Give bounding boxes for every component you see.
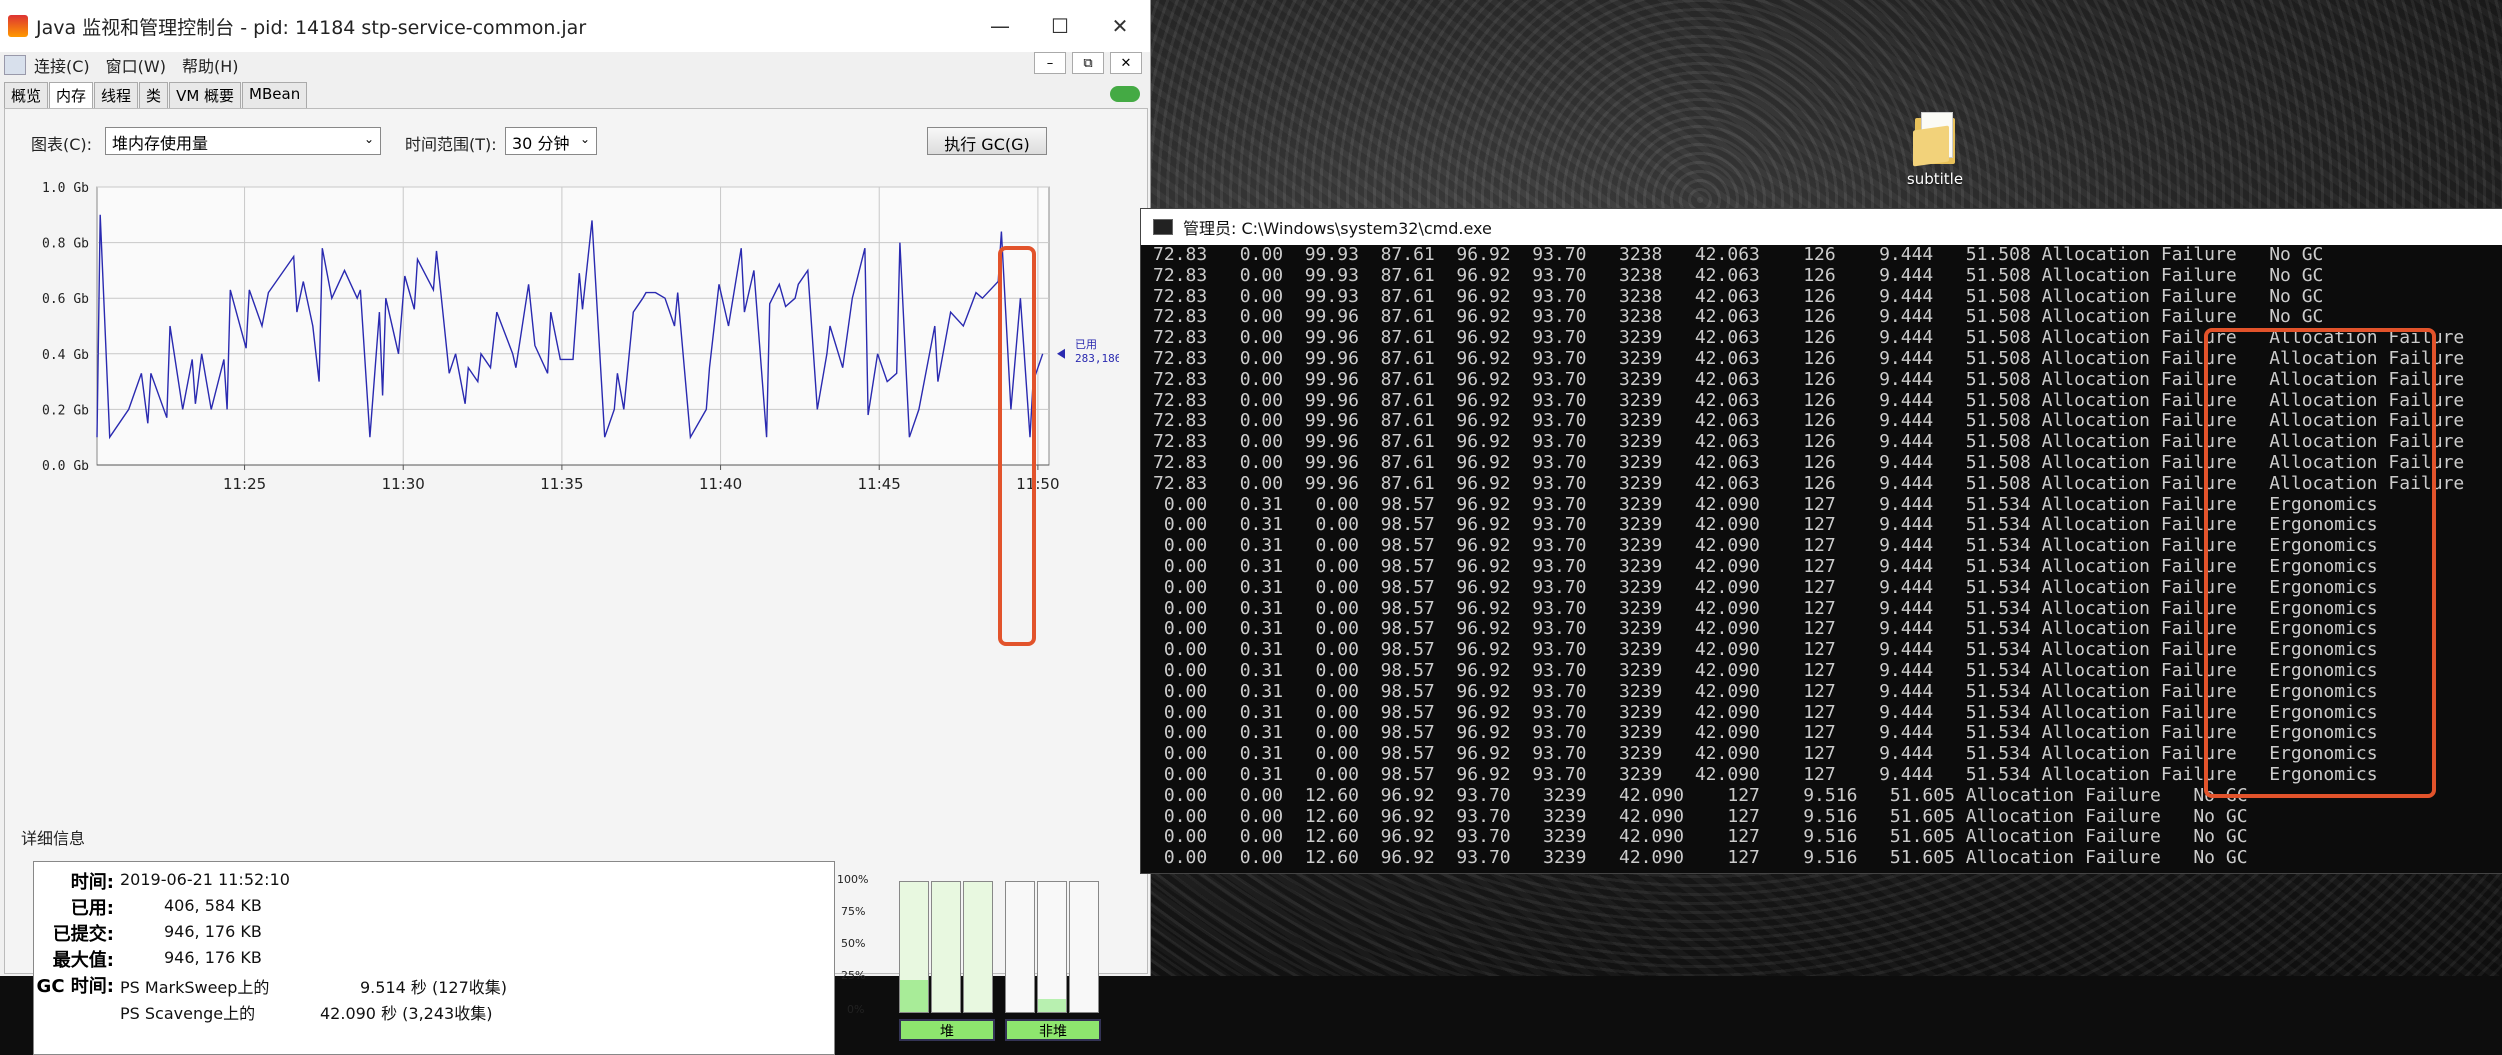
desktop-folder[interactable]: subtitle — [1895, 110, 1975, 188]
x-tick-label: 11:45 — [858, 475, 901, 493]
y-tick-label: 0.2 Gb — [42, 403, 89, 418]
y-tick-label: 0.0 Gb — [42, 459, 89, 474]
maximize-button[interactable]: ☐ — [1030, 0, 1090, 52]
bar-tick-0: 0% — [847, 1003, 865, 1016]
folder-icon — [1913, 110, 1957, 167]
used-value-label: 283,186,536 — [1075, 352, 1119, 365]
committed-value: 946, 176 KB — [164, 922, 262, 941]
tab-bar: 概览 内存 线程 类 VM 概要 MBean — [4, 82, 308, 108]
cmd-line: 0.00 0.00 12.60 96.92 93.70 3239 42.090 … — [1153, 826, 2248, 848]
used-value: 406, 584 KB — [164, 896, 262, 915]
chevron-down-icon: ⌄ — [579, 132, 590, 146]
used-key: 已用: — [70, 898, 114, 919]
nonheap-pool-bar-2[interactable] — [1037, 881, 1067, 1013]
gc-scavenge-value: 42.090 秒 (3,243收集) — [320, 1004, 493, 1023]
window-title: Java 监视和管理控制台 - pid: 14184 stp-service-c… — [36, 16, 587, 39]
inner-restore-button[interactable]: ⧉ — [1072, 52, 1104, 74]
cmd-line: 0.00 0.00 12.60 96.92 93.70 3239 42.090 … — [1153, 847, 2248, 869]
bar-tick-100: 100% — [837, 873, 869, 886]
mdi-icon[interactable] — [4, 55, 26, 75]
memory-panel: 图表(C): 堆内存使用量 ⌄ 时间范围(T): 30 分钟 ⌄ 执行 GC(G… — [4, 108, 1148, 1055]
max-value: 946, 176 KB — [164, 948, 262, 967]
x-tick-label: 11:25 — [223, 475, 266, 493]
tab-threads[interactable]: 线程 — [94, 82, 139, 108]
cmd-line: 72.83 0.00 99.93 87.61 96.92 93.70 3238 … — [1153, 244, 2324, 265]
cmd-title: 管理员: C:\Windows\system32\cmd.exe — [1183, 219, 1492, 238]
chart-select[interactable]: 堆内存使用量 ⌄ — [105, 127, 381, 155]
jconsole-window: Java 监视和管理控制台 - pid: 14184 stp-service-c… — [0, 0, 1151, 1055]
range-label: 时间范围(T): — [405, 135, 497, 154]
details-title: 详细信息 — [21, 829, 86, 848]
cmd-line: 72.83 0.00 99.93 87.61 96.92 93.70 3238 … — [1153, 285, 2324, 307]
gc-marksweep-value: 9.514 秒 (127收集) — [360, 978, 508, 997]
tab-vm-summary[interactable]: VM 概要 — [169, 82, 242, 108]
close-button[interactable]: ✕ — [1090, 0, 1150, 52]
menu-window[interactable]: 窗口(W) — [98, 53, 174, 77]
time-value: 2019-06-21 11:52:10 — [120, 870, 290, 889]
heap-pool-bar-survivor[interactable] — [931, 881, 961, 1013]
y-tick-label: 1.0 Gb — [42, 181, 89, 196]
chevron-down-icon: ⌄ — [363, 132, 374, 146]
folder-label: subtitle — [1906, 170, 1964, 188]
range-select-value: 30 分钟 — [512, 134, 570, 153]
cmd-line: 72.83 0.00 99.93 87.61 96.92 93.70 3238 … — [1153, 264, 2324, 286]
tab-classes[interactable]: 类 — [139, 82, 169, 108]
x-tick-label: 11:40 — [699, 475, 742, 493]
tab-overview[interactable]: 概览 — [4, 82, 49, 108]
x-tick-label: 11:35 — [540, 475, 583, 493]
cmd-icon — [1153, 219, 1173, 235]
details-box: 时间: 2019-06-21 11:52:10 已用: 406, 584 KB … — [33, 861, 835, 1055]
heap-usage-chart: 1.0 Gb 0.8 Gb 0.6 Gb 0.4 Gb 0.2 Gb 0.0 Gb 11:2… — [42, 181, 1119, 493]
inner-minimize-button[interactable]: – — [1034, 52, 1066, 74]
nonheap-button[interactable]: 非堆 — [1005, 1019, 1101, 1041]
nonheap-pool-bar-3[interactable] — [1069, 881, 1099, 1013]
cmd-title-bar: 管理员: C:\Windows\system32\cmd.exe — [1141, 209, 2502, 245]
tab-mbean[interactable]: MBean — [242, 82, 308, 108]
java-app-icon — [8, 15, 28, 37]
cmd-highlight-box — [2204, 328, 2436, 798]
inner-close-button[interactable]: ✕ — [1110, 52, 1142, 74]
nonheap-pool-bar-1[interactable] — [1005, 881, 1035, 1013]
y-tick-label: 0.6 Gb — [42, 292, 89, 307]
range-select[interactable]: 30 分钟 ⌄ — [505, 127, 597, 155]
memory-pool-bars: 100% 75% 50% 25% 0% 堆 非堆 — [837, 869, 1107, 1049]
gc-marksweep-name: PS MarkSweep上的 — [120, 978, 270, 997]
cmd-line: 72.83 0.00 99.96 87.61 96.92 93.70 3238 … — [1153, 306, 2324, 328]
chart-select-value: 堆内存使用量 — [112, 134, 209, 153]
chart-highlight-box — [998, 246, 1036, 646]
chart-label: 图表(C): — [31, 135, 93, 154]
menu-help[interactable]: 帮助(H) — [174, 53, 247, 77]
committed-key: 已提交: — [52, 924, 114, 945]
gc-scavenge-name: PS Scavenge上的 — [120, 1004, 256, 1023]
menu-bar: 连接(C) 窗口(W) 帮助(H) — [0, 52, 1150, 78]
heap-button[interactable]: 堆 — [899, 1019, 995, 1041]
bar-tick-75: 75% — [841, 905, 866, 918]
minimize-button[interactable]: — — [970, 0, 1030, 52]
y-tick-label: 0.8 Gb — [42, 237, 89, 252]
x-tick-label: 11:30 — [382, 475, 425, 493]
heap-pool-bar-old[interactable] — [963, 881, 993, 1013]
cmd-line: 0.00 0.00 12.60 96.92 93.70 3239 42.090 … — [1153, 805, 2248, 827]
perform-gc-button[interactable]: 执行 GC(G) — [927, 127, 1047, 155]
menu-connect[interactable]: 连接(C) — [26, 53, 98, 77]
used-label: 已用 — [1075, 338, 1097, 351]
title-bar: Java 监视和管理控制台 - pid: 14184 stp-service-c… — [0, 0, 1150, 52]
connection-status-icon — [1110, 86, 1140, 102]
tab-memory[interactable]: 内存 — [49, 82, 94, 108]
current-value-marker — [1057, 348, 1065, 359]
max-key: 最大值: — [52, 950, 114, 971]
inner-window-controls: – ⧉ ✕ — [1034, 52, 1142, 74]
y-tick-label: 0.4 Gb — [42, 348, 89, 363]
time-key: 时间: — [70, 872, 114, 893]
heap-pool-bar-eden[interactable] — [899, 881, 929, 1013]
bar-tick-50: 50% — [841, 937, 866, 950]
